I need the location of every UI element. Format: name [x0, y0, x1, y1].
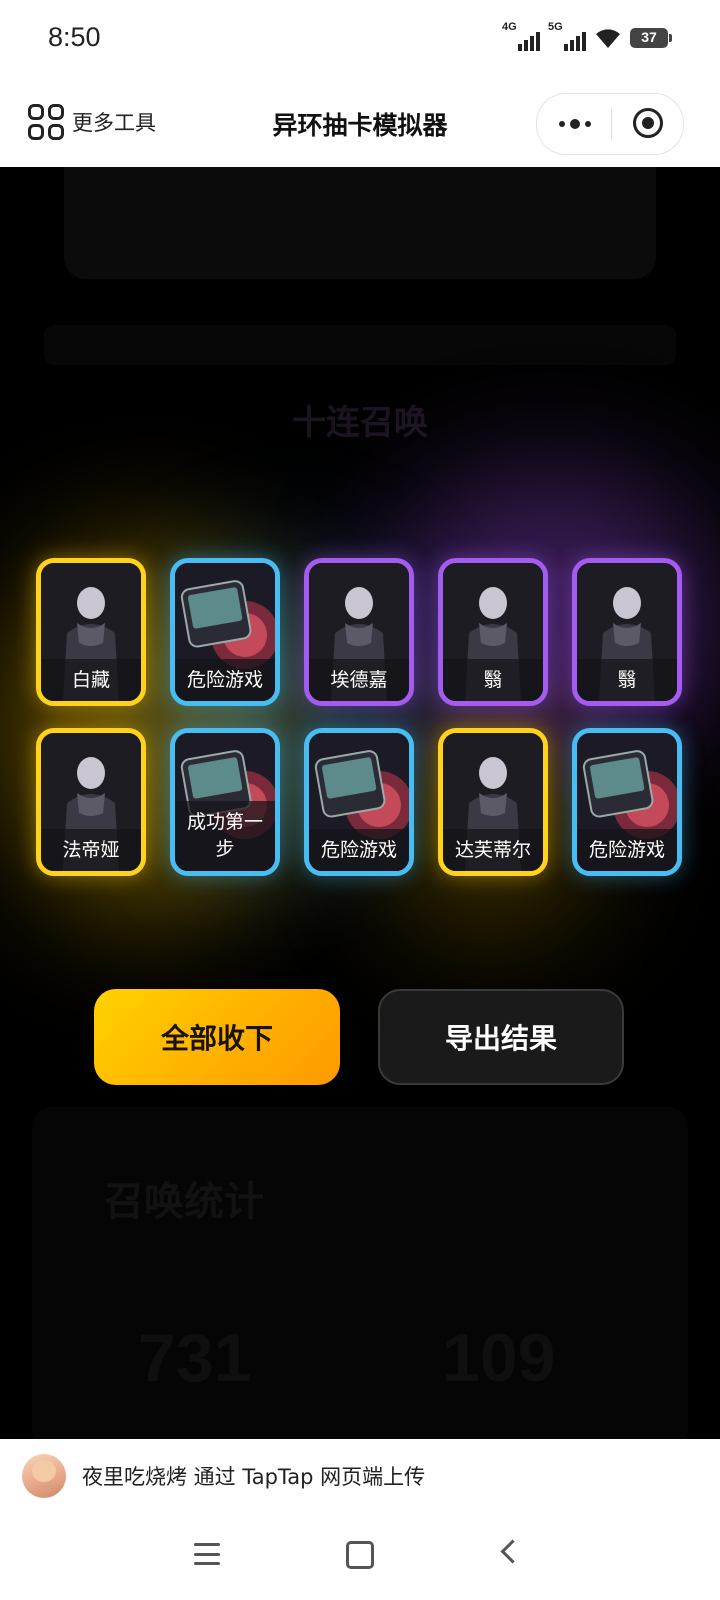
background-card [64, 167, 656, 279]
menu-icon[interactable] [194, 1543, 220, 1565]
upload-attribution: 夜里吃烧烤 通过 TapTap 网页端上传 [0, 1439, 720, 1513]
background-divider [44, 325, 676, 365]
status-time: 8:50 [48, 22, 101, 52]
result-card-name: 埃德嘉 [309, 659, 409, 701]
background-stats-card [32, 1107, 688, 1439]
background-stats-title: 召唤统计 [104, 1179, 264, 1225]
result-card-name: 翳 [577, 659, 677, 701]
background-stat-1: 731 [138, 1320, 252, 1396]
result-card[interactable]: 危险游戏 [304, 728, 414, 876]
battery-level: 37 [641, 29, 657, 45]
home-icon[interactable] [346, 1541, 374, 1569]
wifi-icon [596, 29, 620, 48]
result-card[interactable]: 达芙蒂尔 [438, 728, 548, 876]
result-card[interactable]: 危险游戏 [170, 558, 280, 706]
summon-result-grid: 白藏 危险游戏 埃德嘉翳翳法帝娅 成功第一步 危险游戏 达芙蒂尔 危险游戏 [36, 558, 684, 878]
mini-program-capsule [536, 93, 684, 155]
result-card-name: 危险游戏 [309, 829, 409, 871]
grid-icon [28, 104, 64, 140]
system-navigation-bar [0, 1513, 720, 1600]
signal-4g-icon: 4G [502, 21, 540, 53]
accept-all-button[interactable]: 全部收下 [94, 989, 340, 1085]
result-card-name: 危险游戏 [577, 829, 677, 871]
more-dots-icon[interactable] [555, 94, 595, 154]
export-results-button[interactable]: 导出结果 [378, 989, 624, 1085]
result-card[interactable]: 危险游戏 [572, 728, 682, 876]
network-type-1: 4G [502, 21, 517, 33]
result-card[interactable]: 法帝娅 [36, 728, 146, 876]
signal-5g-icon: 5G [548, 21, 586, 53]
result-card[interactable]: 埃德嘉 [304, 558, 414, 706]
capsule-divider [611, 108, 612, 140]
result-card[interactable]: 翳 [572, 558, 682, 706]
result-card-name: 翳 [443, 659, 543, 701]
result-card-name: 危险游戏 [175, 659, 275, 701]
result-card-name: 成功第一步 [175, 801, 275, 871]
battery-icon: 37 [630, 28, 672, 48]
result-card-name: 法帝娅 [41, 829, 141, 871]
attribution-text: 夜里吃烧烤 通过 TapTap 网页端上传 [82, 1465, 426, 1489]
more-tools-button[interactable]: 更多工具 [28, 104, 156, 140]
status-icons: 4G 5G 37 [502, 21, 672, 54]
more-tools-label: 更多工具 [72, 111, 156, 135]
avatar [22, 1454, 66, 1498]
network-type-2: 5G [548, 21, 563, 33]
status-bar: 8:50 4G 5G 37 [0, 0, 720, 82]
result-card[interactable]: 成功第一步 [170, 728, 280, 876]
result-card[interactable]: 白藏 [36, 558, 146, 706]
back-icon[interactable] [500, 1539, 525, 1564]
result-card[interactable]: 翳 [438, 558, 548, 706]
result-card-name: 白藏 [41, 659, 141, 701]
background-heading: 十连召唤 [292, 403, 428, 443]
mini-program-navbar: 更多工具 异环抽卡模拟器 [0, 82, 720, 167]
result-card-name: 达芙蒂尔 [443, 829, 543, 871]
target-circle-icon[interactable] [633, 108, 663, 138]
background-stat-2: 109 [442, 1320, 556, 1396]
